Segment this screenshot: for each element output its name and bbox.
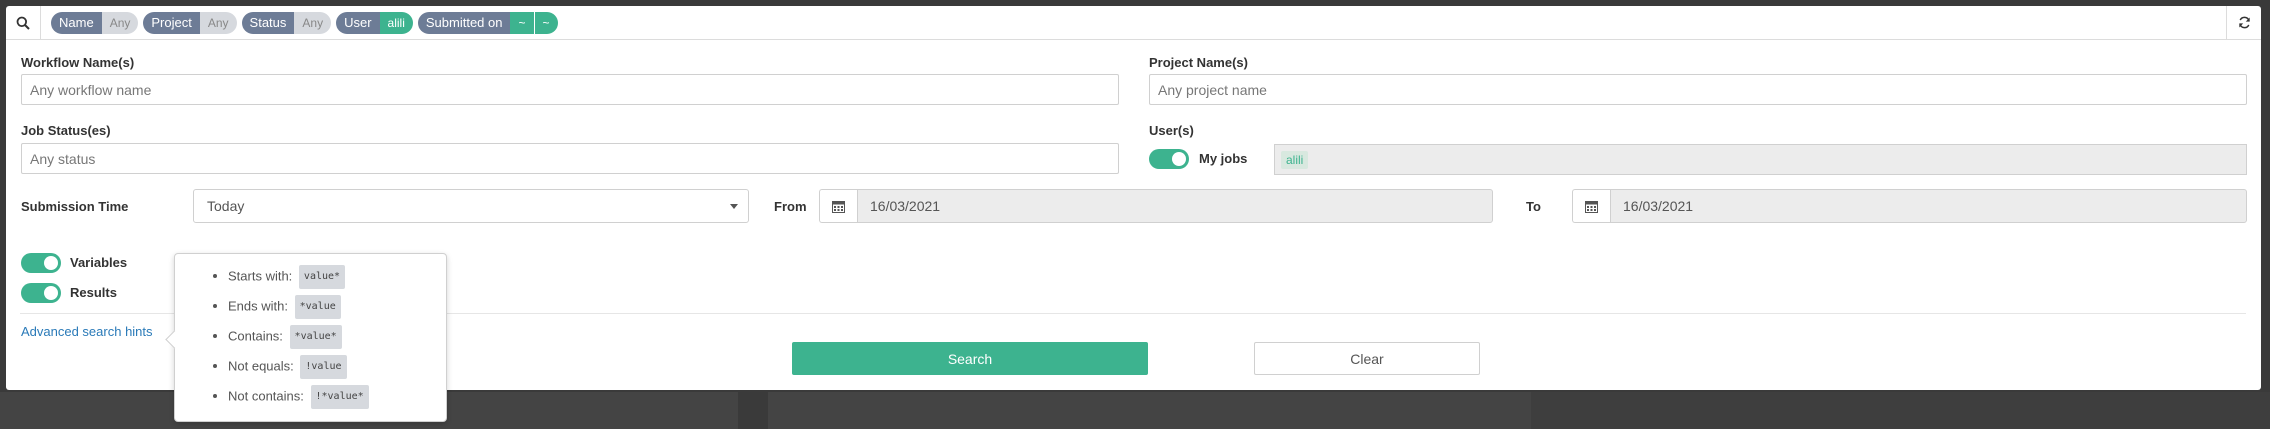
workflow-name-label: Workflow Name(s) [21,55,135,70]
filter-tag-submitted-on[interactable]: Submitted on ~ ~ [417,11,558,34]
search-button[interactable]: Search [792,342,1148,375]
submission-time-label: Submission Time [21,199,129,214]
job-status-input[interactable] [21,143,1119,174]
tag-key: Status [241,11,295,34]
filter-tag-status[interactable]: Status Any [241,11,332,34]
hint-item: Ends with: *value [228,295,369,325]
search-hints-popover: Starts with: value* Ends with: *value Co… [174,253,447,422]
search-toggle-button[interactable] [6,6,41,39]
variables-toggle[interactable] [21,253,61,273]
job-filter-panel: Name Any Project Any Status Any User ali… [6,6,2261,422]
filter-tag-name[interactable]: Name Any [51,11,139,34]
workflow-name-input[interactable] [21,74,1119,105]
tag-value: alili [379,11,413,34]
filter-tag-user[interactable]: User alili [336,11,413,34]
hint-code: !*value* [310,385,369,409]
from-label: From [774,199,807,214]
results-toggle[interactable] [21,283,61,303]
chevron-down-icon [730,204,738,209]
advanced-search-hints-link[interactable]: Advanced search hints [21,324,153,339]
filter-tags: Name Any Project Any Status Any User ali… [41,11,563,34]
tag-key: Name [51,11,102,34]
project-name-label: Project Name(s) [1149,55,1248,70]
filter-topbar: Name Any Project Any Status Any User ali… [6,6,2261,40]
job-status-label: Job Status(es) [21,123,111,138]
search-icon [16,16,30,30]
hint-item: Not contains: !*value* [228,385,369,415]
background-panel-right [1531,392,2270,429]
users-input[interactable]: alili [1274,144,2247,175]
from-calendar-button[interactable] [819,189,857,223]
tag-value-from: ~ [510,11,534,34]
tag-value: Any [101,11,139,34]
user-chip[interactable]: alili [1281,150,1309,169]
clear-button[interactable]: Clear [1254,342,1480,375]
tag-key: Submitted on [417,11,511,34]
hint-label: Not contains: [228,388,304,404]
tag-value-to: ~ [533,11,558,34]
hint-item: Starts with: value* [228,265,369,295]
my-jobs-toggle[interactable] [1149,149,1189,169]
tag-key: User [336,11,380,34]
hint-item: Contains: *value* [228,325,369,355]
hint-code: value* [298,265,346,289]
hint-label: Starts with: [228,268,293,284]
calendar-icon [832,200,845,213]
tag-value: Any [294,11,332,34]
tag-key: Project [143,11,200,34]
refresh-icon [2238,16,2250,29]
hint-code: *value* [289,325,342,349]
hint-code: *value [294,295,341,319]
hints-list: Starts with: value* Ends with: *value Co… [175,265,369,415]
to-date-input[interactable]: 16/03/2021 [1610,189,2247,223]
from-date-input[interactable]: 16/03/2021 [857,189,1493,223]
results-label: Results [70,285,117,300]
refresh-button[interactable] [2226,6,2261,39]
tag-value: Any [199,11,237,34]
filter-tag-project[interactable]: Project Any [143,11,237,34]
calendar-icon [1585,200,1598,213]
submission-time-value: Today [207,198,245,214]
hint-item: Not equals: !value [228,355,369,385]
submission-time-select[interactable]: Today [193,189,749,223]
users-label: User(s) [1149,123,1194,138]
hint-label: Not equals: [228,358,294,374]
hint-label: Ends with: [228,298,288,314]
to-label: To [1526,199,1541,214]
variables-label: Variables [70,255,128,270]
hint-label: Contains: [228,328,283,344]
hint-code: !value [300,355,347,379]
background-panel-middle [768,392,1531,429]
my-jobs-label: My jobs [1199,151,1248,166]
project-name-input[interactable] [1149,74,2247,105]
to-calendar-button[interactable] [1572,189,1610,223]
